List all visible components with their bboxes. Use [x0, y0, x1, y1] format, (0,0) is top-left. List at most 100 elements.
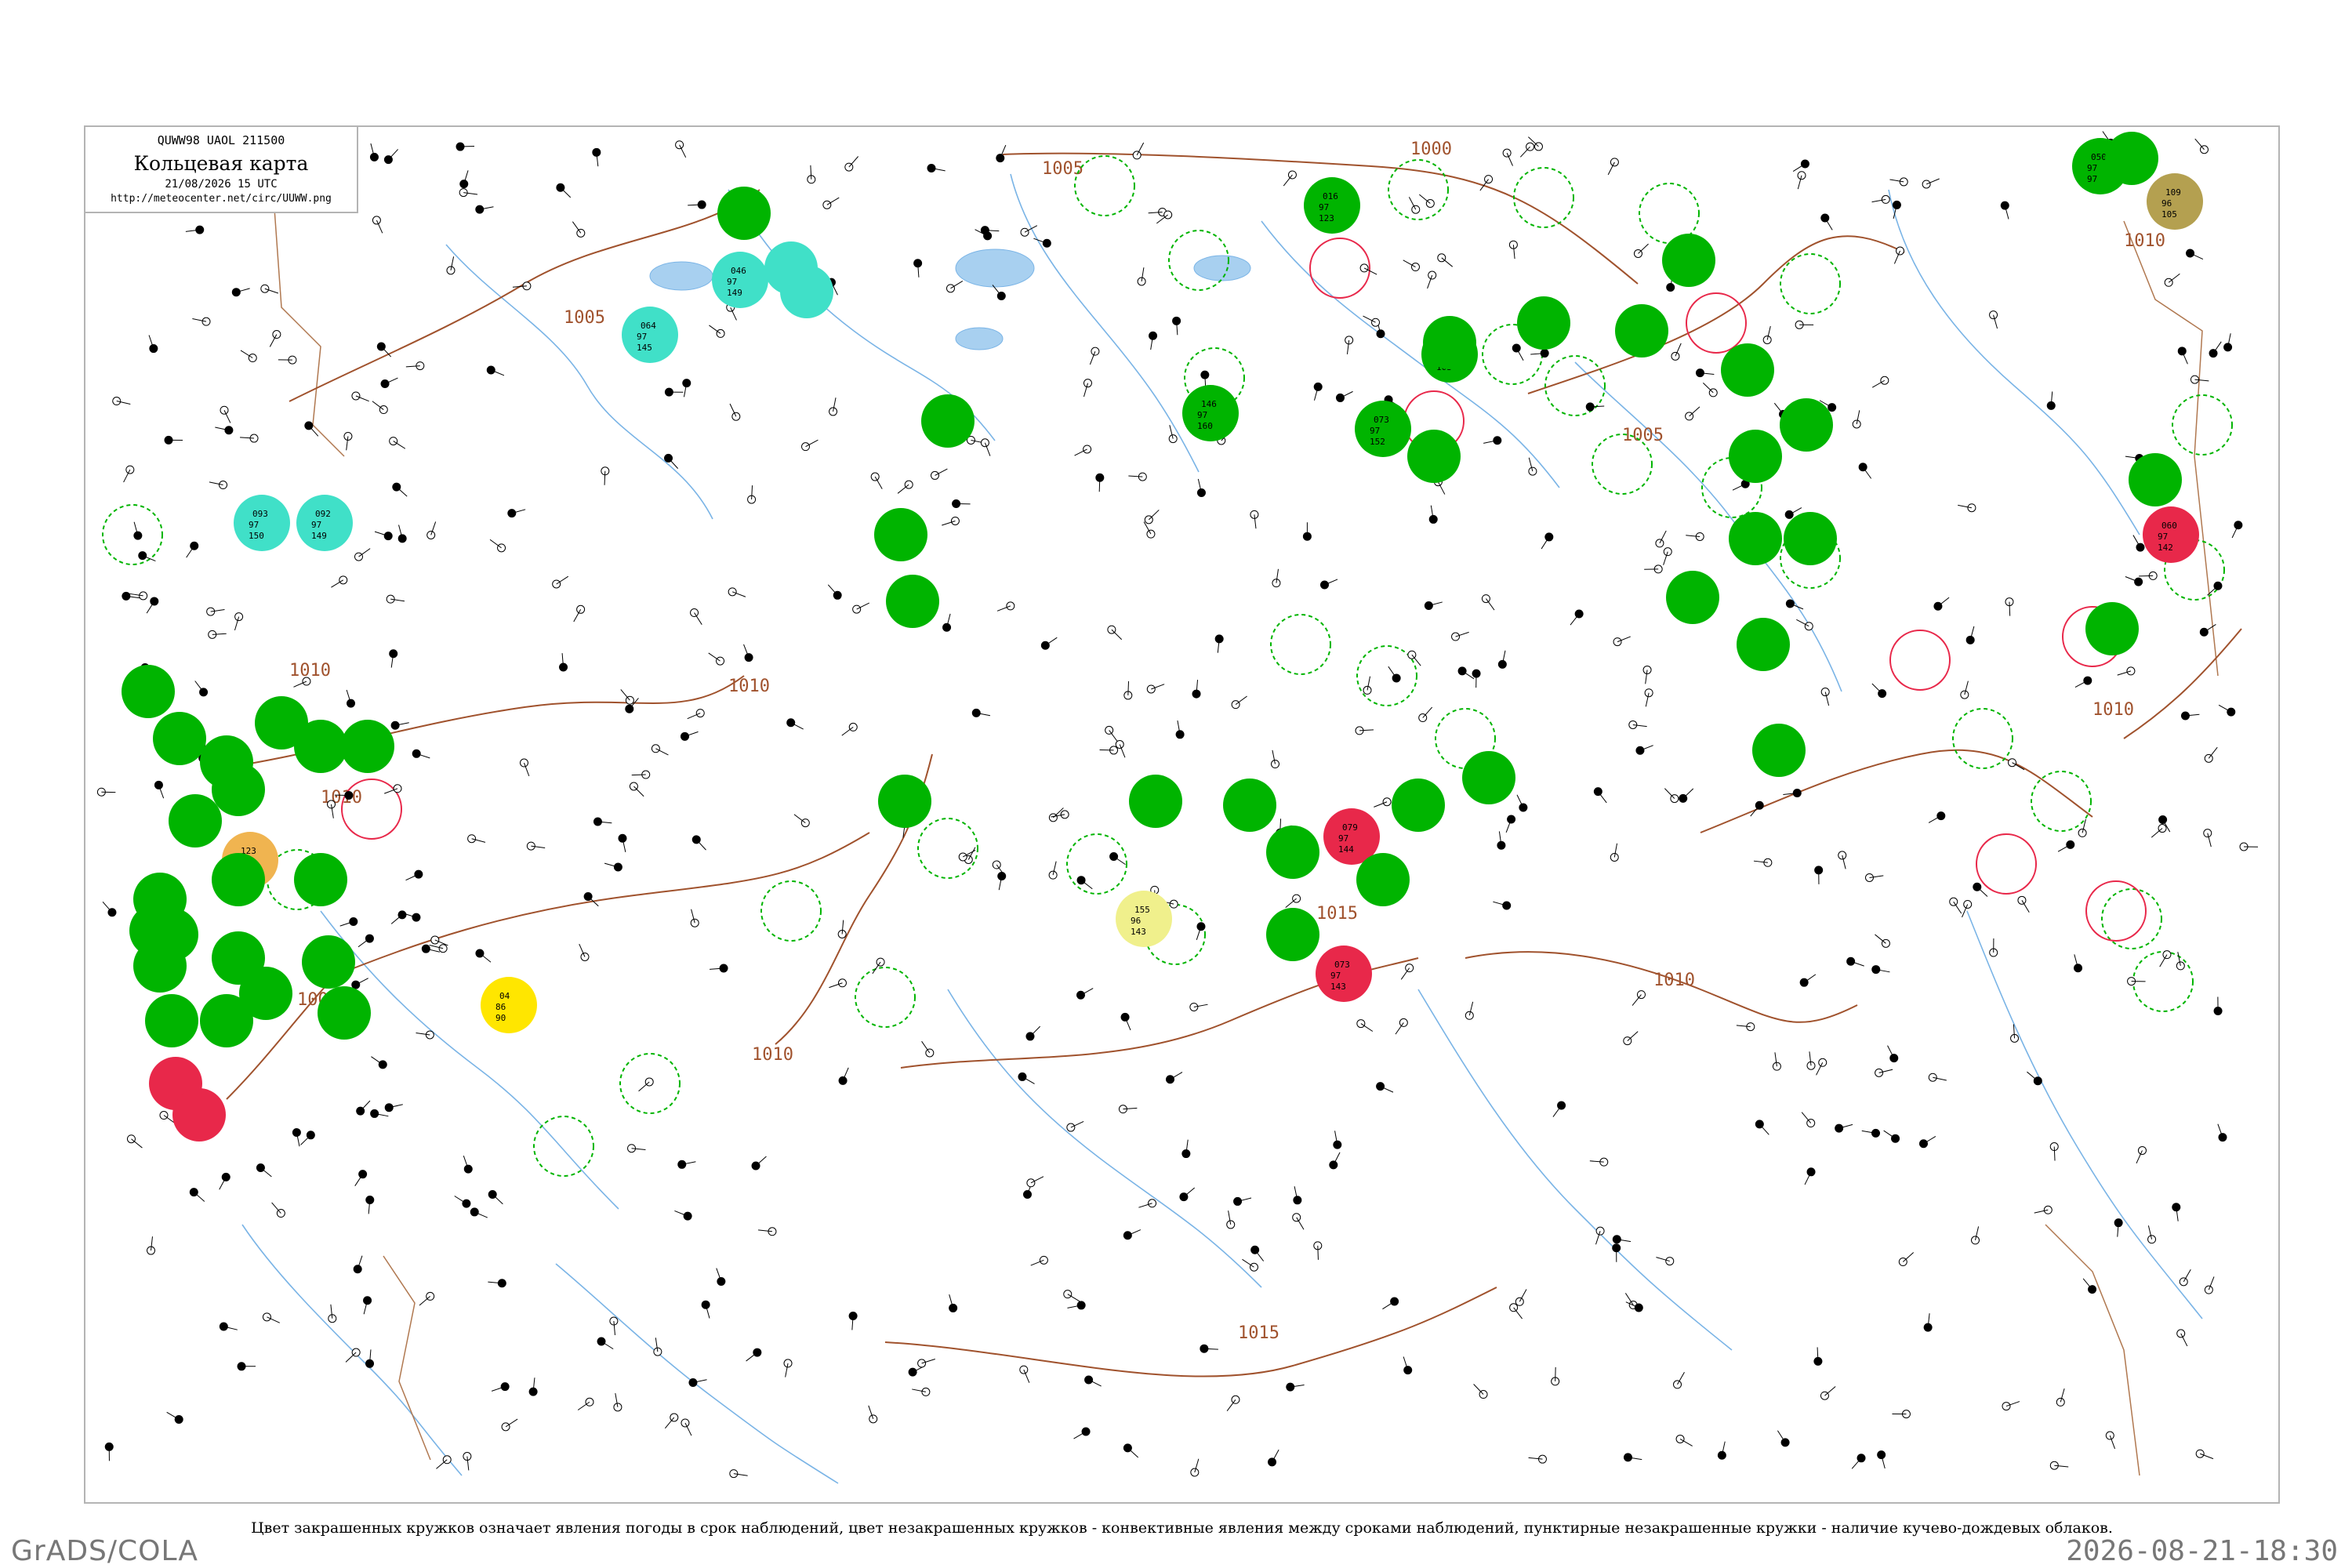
svg-text:96: 96	[1131, 916, 1141, 926]
station-plot	[1623, 1453, 1642, 1462]
station-plot	[1918, 1136, 1936, 1149]
svg-text:97: 97	[249, 520, 259, 530]
station-plot	[1889, 177, 1908, 187]
station-plot	[1864, 873, 1884, 882]
rain-circle	[1729, 430, 1782, 483]
rain-circle	[2129, 453, 2182, 506]
lake	[1193, 255, 1251, 281]
station-plot	[1388, 666, 1401, 683]
rain-circle	[1462, 751, 1515, 804]
station-plot	[1871, 376, 1889, 388]
svg-text:97: 97	[2087, 174, 2097, 184]
station-plot	[1168, 425, 1178, 444]
svg-text:016: 016	[1323, 191, 1338, 201]
station-plot	[2204, 746, 2218, 763]
station-plot	[653, 1338, 662, 1356]
station-circle: 04697149	[712, 252, 768, 308]
station-plot	[996, 601, 1015, 612]
station-plot	[2172, 1203, 2181, 1221]
station-plot	[807, 165, 816, 184]
thunder-ring	[2085, 880, 2147, 942]
station-plot	[1871, 683, 1887, 699]
station-plot	[1356, 1019, 1374, 1032]
station-plot	[1302, 522, 1312, 541]
station-plot	[1026, 1176, 1044, 1188]
station-plot	[426, 521, 437, 539]
station-plot	[1644, 564, 1663, 574]
station-plot	[1395, 1018, 1408, 1035]
station-plot	[690, 608, 702, 625]
station-plot	[374, 531, 393, 541]
station-plot	[1858, 463, 1872, 479]
station-plot	[1762, 325, 1772, 344]
station-plot	[370, 1109, 389, 1118]
station-plot	[996, 144, 1007, 163]
ring-map: 1000 1005 1005 1005 1005 1010 1010 1010 …	[96, 131, 2259, 1484]
station-plot	[271, 1202, 285, 1218]
station-plot	[371, 1056, 387, 1069]
cb-ring	[1270, 614, 1331, 675]
station-plot	[1483, 436, 1502, 445]
station-plot	[2179, 1269, 2191, 1287]
svg-text:97: 97	[1197, 410, 1207, 420]
station-plot	[486, 365, 505, 376]
station-plot	[1095, 473, 1105, 492]
station-plot	[829, 978, 847, 989]
rain-circle	[1223, 779, 1276, 832]
cb-ring	[917, 818, 978, 879]
river	[555, 1263, 839, 1484]
station-circle: 048690	[481, 977, 537, 1033]
station-plot	[164, 435, 183, 445]
station-plot	[2186, 249, 2204, 260]
station-plot	[1816, 1058, 1828, 1076]
svg-text:97: 97	[311, 520, 321, 530]
station-plot	[354, 548, 371, 561]
station-circle: 07397152	[1355, 401, 1411, 457]
station-plot	[1105, 725, 1118, 742]
svg-text:143: 143	[1131, 927, 1146, 937]
station-plot	[577, 1397, 594, 1410]
isobar-label: 1005	[1042, 159, 1083, 179]
station-plot	[1427, 270, 1437, 289]
station-plot	[1226, 1210, 1236, 1229]
station-plot	[870, 472, 883, 489]
station-plot	[412, 749, 430, 759]
station-plot	[579, 943, 590, 962]
station-plot	[2213, 996, 2223, 1016]
rain-circle	[153, 712, 206, 765]
rain-circle	[921, 394, 975, 448]
station-plot	[262, 1312, 280, 1323]
isobar-label: 1005	[564, 308, 605, 328]
svg-text:149: 149	[727, 288, 742, 298]
station-plot	[1663, 547, 1672, 565]
station-plot	[2218, 704, 2236, 717]
station-plot	[133, 521, 143, 540]
rain-circle	[1129, 775, 1182, 828]
isobar-label: 1010	[1653, 971, 1695, 990]
svg-text:97: 97	[2087, 163, 2097, 173]
station-plot	[1363, 676, 1372, 695]
station-plot	[300, 1131, 315, 1145]
station-plot	[930, 468, 948, 480]
station-plot	[716, 1268, 726, 1286]
station-plot	[1852, 410, 1861, 429]
station-plot	[1528, 457, 1537, 476]
station-plot	[488, 1189, 503, 1205]
station-plot	[1512, 343, 1524, 361]
station-plot	[838, 1067, 849, 1085]
map-datetime: 21/08/2026 15 UTC	[165, 178, 278, 191]
station-plot	[1675, 1434, 1693, 1446]
isobar-labels: 1000 1005 1005 1005 1005 1010 1010 1010 …	[289, 140, 2165, 1343]
station-plot	[1473, 1384, 1488, 1399]
station-plot	[1076, 988, 1094, 1000]
station-plot	[260, 284, 279, 294]
station-plot	[1820, 688, 1830, 706]
fog-circle	[780, 265, 833, 318]
station-plot	[1192, 680, 1201, 699]
station-plot	[2057, 840, 2075, 852]
station-circle: 06097142	[2143, 506, 2199, 563]
station-plot	[751, 1156, 767, 1171]
station-plot	[1123, 1443, 1139, 1458]
station-plot	[1877, 1450, 1886, 1469]
station-plot	[2177, 347, 2188, 365]
